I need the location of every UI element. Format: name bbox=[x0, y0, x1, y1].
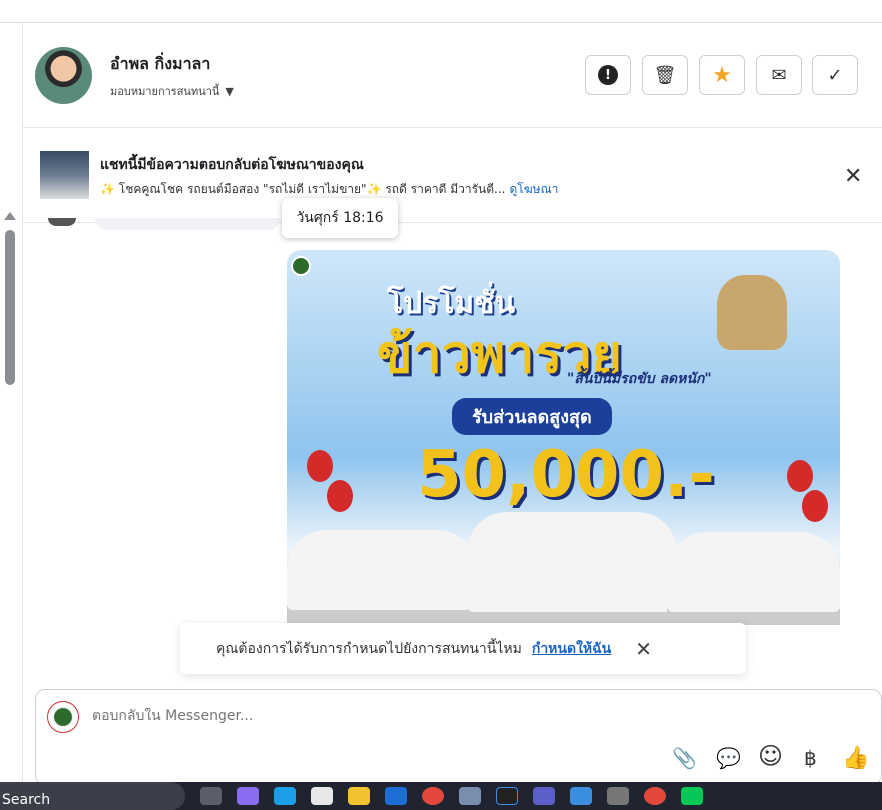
ad-banner-text: ✨ โชคคูณโชค รถยนต์มือสอง "รถไม่ดี เราไม่… bbox=[100, 180, 558, 199]
teams-icon[interactable] bbox=[533, 787, 555, 805]
contact-avatar[interactable] bbox=[35, 47, 92, 104]
currency-icon[interactable]: ฿ bbox=[804, 746, 817, 770]
view-ad-link[interactable]: ดูโฆษณา bbox=[509, 182, 558, 196]
scrollbar-thumb[interactable] bbox=[5, 230, 15, 385]
report-button[interactable]: ! bbox=[585, 55, 631, 95]
exclamation-icon: ! bbox=[598, 65, 618, 85]
caret-down-icon: ▼ bbox=[225, 84, 234, 98]
done-button[interactable]: ✓ bbox=[812, 55, 858, 95]
delete-button[interactable]: 🗑 bbox=[642, 55, 688, 95]
close-icon[interactable]: ✕ bbox=[844, 164, 862, 189]
promo-line3: "สิ้นปีนี้มีรถขับ ลดหนัก" bbox=[567, 371, 712, 387]
car-image bbox=[467, 512, 677, 625]
star-icon: ★ bbox=[712, 62, 732, 88]
close-icon[interactable]: ✕ bbox=[635, 637, 652, 661]
scroll-up-arrow-icon[interactable] bbox=[4, 212, 16, 220]
balloon-icon bbox=[307, 450, 333, 482]
taskbar: Search bbox=[0, 782, 882, 810]
like-icon[interactable]: 👍 bbox=[842, 746, 869, 771]
line-icon[interactable] bbox=[681, 787, 703, 805]
brand-logo-icon bbox=[291, 256, 311, 276]
promo-image[interactable]: โปรโมชั่น ข้าวพารวย "สิ้นปีนี้มีรถขับ ลด… bbox=[287, 250, 840, 625]
notepad-icon[interactable] bbox=[570, 787, 592, 805]
ad-thumbnail[interactable] bbox=[40, 151, 89, 199]
balloon-icon bbox=[327, 480, 353, 512]
calculator-icon[interactable] bbox=[607, 787, 629, 805]
task-view-icon[interactable] bbox=[200, 787, 222, 805]
contact-name: อำพล กิ่งมาลา bbox=[110, 54, 211, 73]
attach-icon[interactable]: 📎 bbox=[672, 746, 697, 770]
ad-banner-title: แชทนี้มีข้อความตอบกลับต่อโฆษณาของคุณ bbox=[100, 157, 364, 173]
rice-sack-icon bbox=[717, 275, 787, 350]
left-column-divider bbox=[22, 22, 23, 782]
timestamp-tooltip: วันศุกร์ 18:16 bbox=[282, 198, 398, 238]
balloon-icon bbox=[802, 490, 828, 522]
toast-text: คุณต้องการได้รับการกำหนดไปยังการสนทนานี้… bbox=[216, 640, 522, 657]
assign-conversation-dropdown[interactable]: มอบหมายการสนทนานี้ ▼ bbox=[110, 82, 234, 100]
taskbar-search[interactable]: Search bbox=[0, 782, 185, 810]
check-icon: ✓ bbox=[827, 64, 843, 86]
assign-toast: คุณต้องการได้รับการกำหนดไปยังการสนทนานี้… bbox=[180, 623, 746, 674]
chrome-icon[interactable] bbox=[422, 787, 444, 805]
store-icon[interactable] bbox=[311, 787, 333, 805]
reply-input[interactable] bbox=[92, 708, 692, 724]
assign-label: มอบหมายการสนทนานี้ bbox=[110, 85, 220, 98]
saved-replies-icon[interactable]: 💬 bbox=[716, 746, 741, 770]
mark-unread-button[interactable]: ✉ bbox=[756, 55, 802, 95]
assign-to-me-link[interactable]: กำหนดให้ฉัน bbox=[532, 638, 611, 660]
message-bubble bbox=[95, 218, 280, 230]
promo-line5: 50,000.- bbox=[417, 438, 715, 512]
outlook-icon[interactable] bbox=[385, 787, 407, 805]
chrome-profile-icon[interactable] bbox=[644, 787, 666, 805]
reply-composer: 📎 💬 ☺ ฿ 👍 bbox=[35, 689, 882, 785]
page-avatar bbox=[47, 701, 79, 733]
promo-line4: รับส่วนลดสูงสุด bbox=[452, 398, 612, 435]
emoji-icon[interactable]: ☺ bbox=[758, 742, 783, 770]
sender-avatar bbox=[48, 218, 76, 226]
star-button[interactable]: ★ bbox=[699, 55, 745, 95]
camera-icon[interactable] bbox=[459, 787, 481, 805]
file-explorer-icon[interactable] bbox=[348, 787, 370, 805]
envelope-icon: ✉ bbox=[771, 64, 787, 86]
car-image bbox=[667, 532, 840, 625]
copilot-icon[interactable] bbox=[237, 787, 259, 805]
header-divider bbox=[23, 127, 882, 128]
trash-icon: 🗑 bbox=[653, 64, 677, 86]
edge-icon[interactable] bbox=[274, 787, 296, 805]
ad-text: โชคคูณโชค รถยนต์มือสอง "รถไม่ดี เราไม่ขา… bbox=[118, 182, 506, 196]
top-divider bbox=[0, 22, 882, 23]
balloon-icon bbox=[787, 460, 813, 492]
car-image bbox=[287, 530, 477, 625]
app-icon[interactable] bbox=[496, 787, 518, 805]
sparkle-icon: ✨ bbox=[100, 182, 115, 196]
